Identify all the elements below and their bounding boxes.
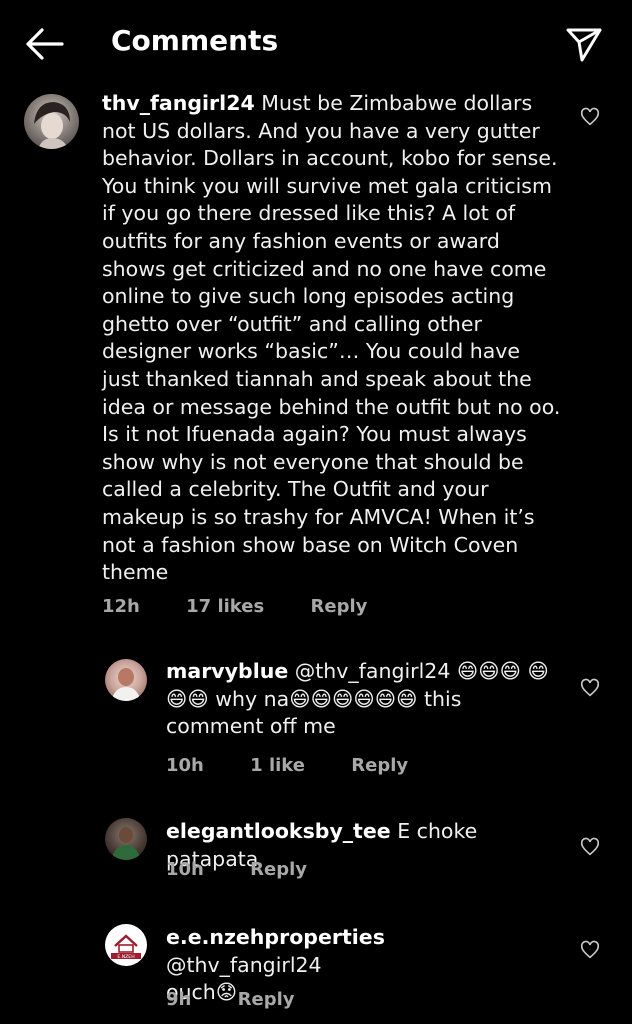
comment-meta: 10h 1 like Reply bbox=[166, 755, 448, 776]
avatar[interactable]: E.NZEH bbox=[105, 924, 147, 966]
arrow-left-icon[interactable] bbox=[22, 24, 66, 64]
reply-elegantlooksby-tee: elegantlooksby_tee E choke patapata 10h … bbox=[0, 815, 632, 890]
avatar-image bbox=[111, 668, 141, 701]
comment-meta: 9h Reply bbox=[166, 989, 334, 1010]
header-bar: Comments bbox=[0, 0, 632, 88]
comment-username[interactable]: marvyblue bbox=[166, 659, 288, 683]
heart-icon[interactable] bbox=[579, 106, 601, 128]
like-count[interactable]: 1 like bbox=[250, 755, 305, 776]
reply-button[interactable]: Reply bbox=[311, 596, 368, 617]
avatar[interactable] bbox=[24, 94, 79, 149]
mention-link[interactable]: @thv_fangirl24 bbox=[295, 659, 451, 683]
avatar-logo-text: E.NZEH bbox=[117, 954, 134, 960]
heart-icon[interactable] bbox=[579, 939, 601, 961]
comment-body: Must be Zimbabwe dollars not US dollars.… bbox=[102, 91, 561, 585]
comment-thv-fangirl24: thv_fangirl24 Must be Zimbabwe dollars n… bbox=[0, 88, 632, 628]
avatar[interactable] bbox=[105, 818, 147, 860]
comment-meta: 12h 17 likes Reply bbox=[102, 596, 407, 617]
reply-e-e-nzehproperties: E.NZEH e.e.nzehproperties @thv_fangirl24… bbox=[0, 922, 632, 1022]
reply-button[interactable]: Reply bbox=[250, 859, 307, 880]
page-title: Comments bbox=[111, 24, 279, 57]
paper-plane-icon[interactable] bbox=[562, 22, 606, 66]
reply-button[interactable]: Reply bbox=[351, 755, 408, 776]
comment-time: 10h bbox=[166, 859, 204, 880]
reply-marvyblue: marvyblue @thv_fangirl24 😄😄😄 😄😄😄 why na😄… bbox=[0, 655, 632, 785]
home-logo-icon: E.NZEH bbox=[111, 934, 141, 960]
like-count[interactable]: 17 likes bbox=[186, 596, 264, 617]
comment-time: 9h bbox=[166, 989, 192, 1010]
comment-time: 12h bbox=[102, 596, 140, 617]
avatar[interactable] bbox=[105, 659, 147, 701]
reply-button[interactable]: Reply bbox=[238, 989, 295, 1010]
comment-time: 10h bbox=[166, 755, 204, 776]
mention-link[interactable]: @thv_fangirl24 bbox=[166, 953, 322, 977]
comment-username[interactable]: thv_fangirl24 bbox=[102, 91, 255, 115]
comment-meta: 10h Reply bbox=[166, 859, 347, 880]
comment-username[interactable]: elegantlooksby_tee bbox=[166, 819, 391, 843]
comment-username[interactable]: e.e.nzehproperties bbox=[166, 925, 385, 949]
avatar-image bbox=[111, 827, 141, 860]
heart-icon[interactable] bbox=[579, 677, 601, 699]
avatar-image bbox=[34, 102, 70, 149]
heart-icon[interactable] bbox=[579, 836, 601, 858]
